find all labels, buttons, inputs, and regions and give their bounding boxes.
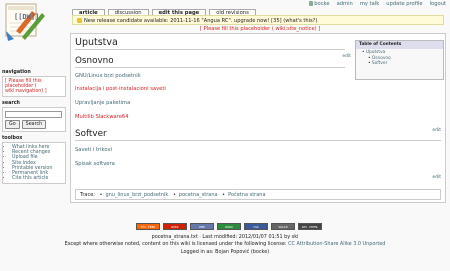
update-profile-link[interactable]: update profile [386, 1, 422, 7]
navigation-placeholder[interactable]: [ Please fill this placeholder ( wiki:na… [2, 76, 66, 97]
link-spisak-softvera[interactable]: Spisak softvera [75, 161, 115, 167]
wiki-badge[interactable]: WIKI [163, 223, 187, 230]
breadcrumb-trace: Trace: • gnu_linux_brzi_podsetnik • pocetn… [75, 189, 441, 200]
table-of-contents: Table of Contents • Uputstva • Osnovno •… [355, 40, 444, 80]
title-divider [75, 49, 345, 50]
valid-badge[interactable]: VALID [271, 223, 295, 230]
search-title: search [2, 101, 20, 106]
php-badge[interactable]: PHP [190, 223, 214, 230]
footer-logged-in: Logged in as: Bojan Popović (bocke) [180, 249, 270, 255]
doku-badge[interactable]: DOKU [217, 223, 241, 230]
section-heading-softver: Softver [75, 129, 107, 139]
search-button[interactable]: Search [21, 120, 47, 129]
edit-section-link[interactable]: edit [432, 175, 441, 180]
page-title: Uputstva [75, 37, 118, 48]
trace-item[interactable]: gnu_linux_brzi_podsetnik [106, 192, 169, 198]
footer-license: Except where otherwise noted, content on… [64, 241, 386, 247]
dokuwiki-logo[interactable]: [[DW]] [2, 1, 46, 43]
site-notice-placeholder[interactable]: [ Please fill this placeholder ( wiki:si… [200, 26, 320, 32]
toc-item[interactable]: • Softver [368, 61, 443, 67]
trace-label: Trace: [80, 192, 95, 198]
link-upravljanje-paketima[interactable]: Upravljanje paketima [75, 100, 130, 106]
link-instalacija[interactable]: Instalacija i post-instalacioni saveti [75, 86, 166, 92]
edit-section-link[interactable]: edit [342, 54, 351, 59]
release-notice-text[interactable]: New release candidate available: 2011-11… [84, 18, 317, 24]
user-icon [309, 1, 314, 6]
user-tools: bocke admin my talk update profile logou… [309, 1, 446, 7]
trace-item[interactable]: Početna strana [228, 192, 265, 198]
toolbox-cite-article[interactable]: Cite this article [12, 176, 63, 181]
trace-item[interactable]: pocetna_strana [179, 192, 218, 198]
css-badge[interactable]: CSS [244, 223, 268, 230]
search-input[interactable] [5, 111, 62, 118]
footer-badges: RSS FEED WIKI PHP DOKU CSS VALID W3C XHT… [136, 223, 322, 230]
section-divider [75, 140, 441, 141]
main-content: Uputstva Table of Contents • Uputstva • … [70, 33, 446, 203]
user-link[interactable]: bocke [309, 1, 330, 7]
section-heading-osnovno: Osnovno [75, 56, 114, 66]
link-multilib-slackware64[interactable]: Multilib Slackware64 [75, 114, 129, 120]
toolbox: What links here Recent changes Upload fi… [2, 142, 66, 185]
rss-feed-badge[interactable]: RSS FEED [136, 223, 160, 230]
logo-text: [[DW]] [14, 13, 40, 21]
navigation-title: navigation [2, 70, 31, 75]
my-talk-link[interactable]: my talk [360, 1, 379, 7]
license-link[interactable]: CC Attribution-Share Alike 3.0 Unported [288, 241, 385, 247]
w3c-xhtml-badge[interactable]: W3C XHTML [298, 223, 322, 230]
toolbox-title: toolbox [2, 136, 23, 141]
footer-last-modified: pocetna_strana.txt · Last modified: 2012… [151, 234, 299, 240]
link-gnu-linux-brzi-podsetnik[interactable]: GNU/Linux brzi podsetnik [75, 73, 141, 79]
section-divider [75, 67, 345, 68]
go-button[interactable]: Go [5, 120, 20, 129]
link-saveti-i-trikovi[interactable]: Saveti i trikovi [75, 147, 112, 153]
edit-section-link[interactable]: edit [432, 128, 441, 133]
notice-icon [77, 18, 82, 23]
release-notice: New release candidate available: 2011-11… [72, 15, 444, 25]
logout-link[interactable]: logout [430, 1, 446, 7]
toc-title[interactable]: Table of Contents [356, 41, 443, 49]
search-box: Go Search [2, 107, 66, 132]
admin-link[interactable]: admin [337, 1, 353, 7]
sidebar: navigation [ Please fill this placeholde… [2, 68, 66, 185]
